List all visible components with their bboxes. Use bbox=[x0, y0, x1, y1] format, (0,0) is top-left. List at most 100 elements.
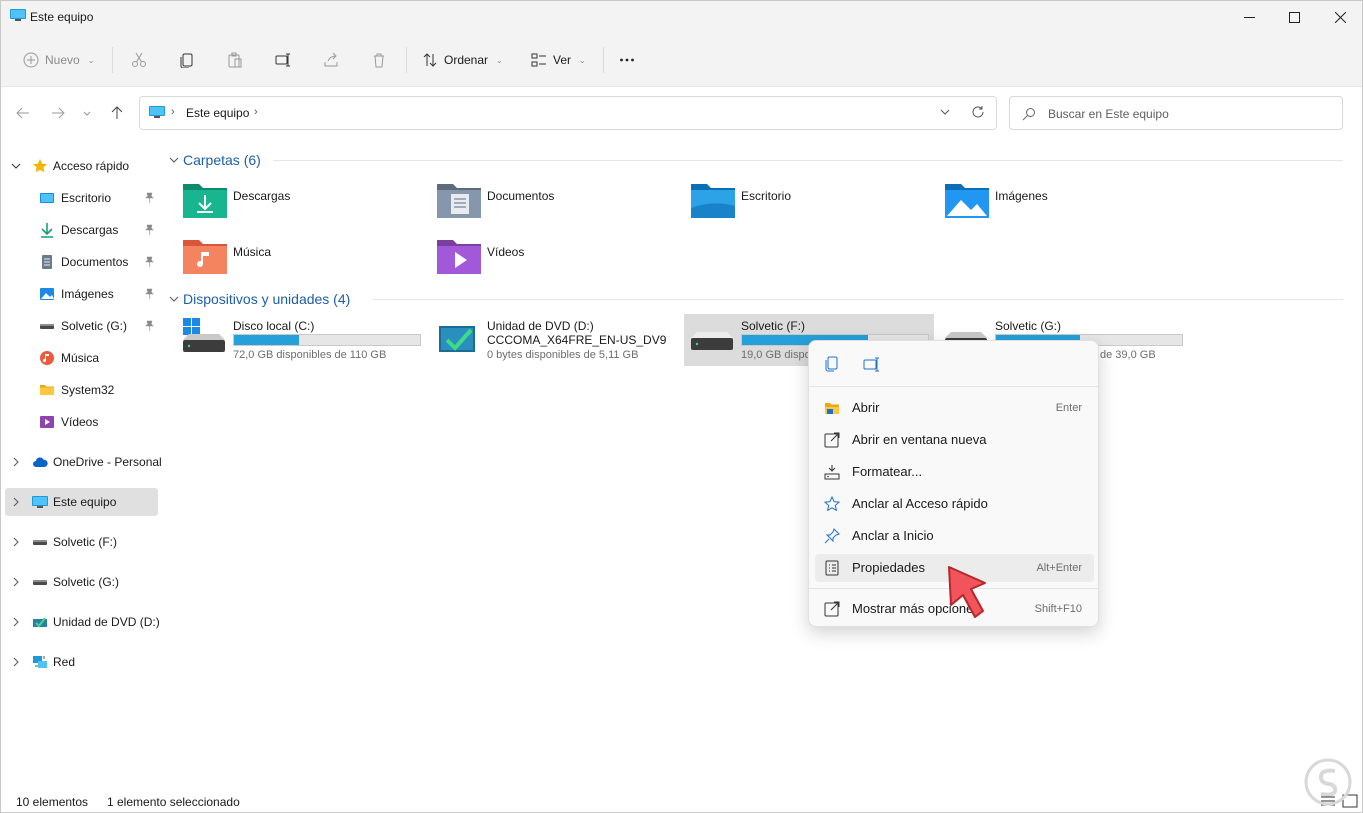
recent-locations-button[interactable] bbox=[77, 101, 97, 125]
pictures-icon bbox=[40, 288, 54, 300]
menu-item-label: Abrir bbox=[852, 400, 880, 415]
sort-button[interactable]: Ordenar ⌄ bbox=[422, 45, 503, 75]
devices-group-header[interactable]: Dispositivos y unidades (4) bbox=[169, 291, 350, 307]
menu-item-abrir-ventana-nueva[interactable]: Abrir en ventana nueva bbox=[815, 426, 1094, 454]
sidebar-item-red[interactable]: Red bbox=[5, 648, 158, 676]
chevron-down-icon: ⌄ bbox=[87, 55, 95, 65]
folder-name: Documentos bbox=[487, 189, 555, 203]
paste-button[interactable] bbox=[227, 45, 243, 75]
sidebar-item-solvetic-f[interactable]: Solvetic (F:) bbox=[5, 528, 158, 556]
breadcrumb-separator-icon[interactable]: › bbox=[254, 106, 258, 118]
view-button[interactable]: Ver ⌄ bbox=[531, 45, 586, 75]
folder-tile-videos[interactable]: Vídeos bbox=[437, 238, 687, 290]
chevron-right-icon[interactable] bbox=[11, 457, 21, 467]
pin-icon[interactable] bbox=[144, 224, 155, 235]
pin-icon[interactable] bbox=[144, 256, 155, 267]
folder-tile-imagenes[interactable]: Imágenes bbox=[945, 182, 1195, 234]
chevron-right-icon[interactable] bbox=[11, 577, 21, 587]
cut-icon bbox=[132, 52, 146, 67]
sidebar-item-videos[interactable]: Vídeos bbox=[5, 408, 158, 436]
sidebar-item-dvd[interactable]: Unidad de DVD (D:) bbox=[5, 608, 160, 636]
address-bar[interactable]: › Este equipo › bbox=[139, 96, 997, 130]
share-button[interactable] bbox=[323, 45, 339, 75]
chevron-down-icon[interactable] bbox=[939, 106, 951, 118]
command-bar: Nuevo ⌄ Ordenar ⌄ Ver ⌄ bbox=[1, 33, 1362, 87]
folder-tile-descargas[interactable]: Descargas bbox=[183, 182, 433, 234]
drive-tile-d[interactable]: Unidad de DVD (D:) CCCOMA_X64FRE_EN-US_D… bbox=[437, 316, 687, 368]
drive-usage-bar bbox=[233, 334, 421, 346]
sidebar-item-system32[interactable]: System32 bbox=[5, 376, 158, 404]
sidebar-item-escritorio[interactable]: Escritorio bbox=[5, 184, 158, 212]
folder-tile-documentos[interactable]: Documentos bbox=[437, 182, 687, 234]
drive-free-space: 19,0 GB dispo bbox=[741, 349, 811, 361]
menu-item-formatear[interactable]: Formatear... bbox=[815, 458, 1094, 486]
folder-tile-musica[interactable]: Música bbox=[183, 238, 433, 290]
menu-item-label: Anclar a Inicio bbox=[852, 528, 934, 543]
menu-item-shortcut: Shift+F10 bbox=[1034, 603, 1082, 615]
chevron-right-icon[interactable] bbox=[11, 657, 21, 667]
chevron-down-icon[interactable] bbox=[11, 161, 21, 171]
sidebar-item-onedrive[interactable]: OneDrive - Personal bbox=[5, 448, 162, 476]
download-icon bbox=[41, 223, 53, 238]
up-button[interactable] bbox=[105, 101, 129, 125]
maximize-button[interactable] bbox=[1271, 1, 1317, 33]
more-options-icon bbox=[824, 601, 840, 617]
sidebar-item-imagenes[interactable]: Imágenes bbox=[5, 280, 158, 308]
folder-tile-escritorio[interactable]: Escritorio bbox=[691, 182, 941, 234]
drive-icon bbox=[33, 580, 47, 585]
devices-group-label: Dispositivos y unidades (4) bbox=[183, 291, 351, 307]
minimize-button[interactable] bbox=[1226, 1, 1272, 33]
new-button[interactable]: Nuevo ⌄ bbox=[23, 45, 94, 75]
cut-button[interactable] bbox=[131, 45, 147, 75]
sidebar-item-quick-access[interactable]: Acceso rápido bbox=[5, 152, 158, 180]
document-icon bbox=[42, 255, 52, 269]
refresh-icon[interactable] bbox=[971, 105, 985, 119]
rename-button[interactable] bbox=[275, 45, 291, 75]
sidebar-item-este-equipo[interactable]: Este equipo bbox=[5, 488, 158, 516]
sidebar-item-descargas[interactable]: Descargas bbox=[5, 216, 158, 244]
copy-button[interactable] bbox=[179, 45, 195, 75]
pin-icon[interactable] bbox=[144, 320, 155, 331]
chevron-right-icon[interactable] bbox=[11, 617, 21, 627]
window-title: Este equipo bbox=[30, 10, 94, 24]
chevron-down-icon bbox=[83, 111, 91, 116]
item-count: 10 elementos bbox=[16, 795, 89, 809]
search-box[interactable] bbox=[1009, 96, 1343, 130]
copy-icon[interactable] bbox=[823, 355, 841, 373]
folder-icon bbox=[40, 385, 54, 395]
sidebar-item-documentos[interactable]: Documentos bbox=[5, 248, 158, 276]
copy-icon bbox=[180, 53, 193, 68]
sidebar-item-musica[interactable]: Música bbox=[5, 344, 158, 372]
network-icon bbox=[33, 656, 47, 668]
search-input[interactable] bbox=[1048, 105, 1328, 123]
search-icon bbox=[1022, 108, 1035, 121]
menu-item-anclar-inicio[interactable]: Anclar a Inicio bbox=[815, 522, 1094, 550]
sidebar-item-solvetic-g-drive[interactable]: Solvetic (G:) bbox=[5, 568, 158, 596]
selection-count: 1 elemento seleccionado bbox=[107, 795, 240, 809]
forward-button[interactable] bbox=[46, 101, 70, 125]
sidebar-item-label: Unidad de DVD (D:) bbox=[53, 615, 160, 629]
close-button[interactable] bbox=[1317, 1, 1363, 33]
sidebar-item-solvetic-g[interactable]: Solvetic (G:) bbox=[5, 312, 158, 340]
share-icon bbox=[324, 52, 338, 67]
documents-folder-icon bbox=[437, 184, 481, 218]
more-icon bbox=[620, 58, 634, 62]
format-icon bbox=[824, 465, 840, 480]
pin-icon[interactable] bbox=[144, 288, 155, 299]
logo-icon bbox=[1304, 758, 1352, 806]
drive-tile-c[interactable]: Disco local (C:) 72,0 GB disponibles de … bbox=[183, 316, 433, 368]
chevron-right-icon[interactable] bbox=[11, 497, 21, 507]
back-button[interactable] bbox=[11, 101, 35, 125]
menu-item-abrir[interactable]: Abrir Enter bbox=[815, 394, 1094, 422]
menu-item-anclar-acceso-rapido[interactable]: Anclar al Acceso rápido bbox=[815, 490, 1094, 518]
sidebar-item-label: Documentos bbox=[61, 255, 129, 269]
breadcrumb-item[interactable]: Este equipo bbox=[186, 106, 249, 120]
divider bbox=[112, 47, 113, 73]
more-button[interactable] bbox=[619, 45, 635, 75]
chevron-right-icon[interactable] bbox=[11, 537, 21, 547]
delete-button[interactable] bbox=[371, 45, 387, 75]
pin-icon[interactable] bbox=[144, 192, 155, 203]
menu-item-label: Anclar al Acceso rápido bbox=[852, 496, 988, 511]
rename-icon[interactable] bbox=[863, 355, 881, 373]
folders-group-header[interactable]: Carpetas (6) bbox=[169, 152, 261, 168]
